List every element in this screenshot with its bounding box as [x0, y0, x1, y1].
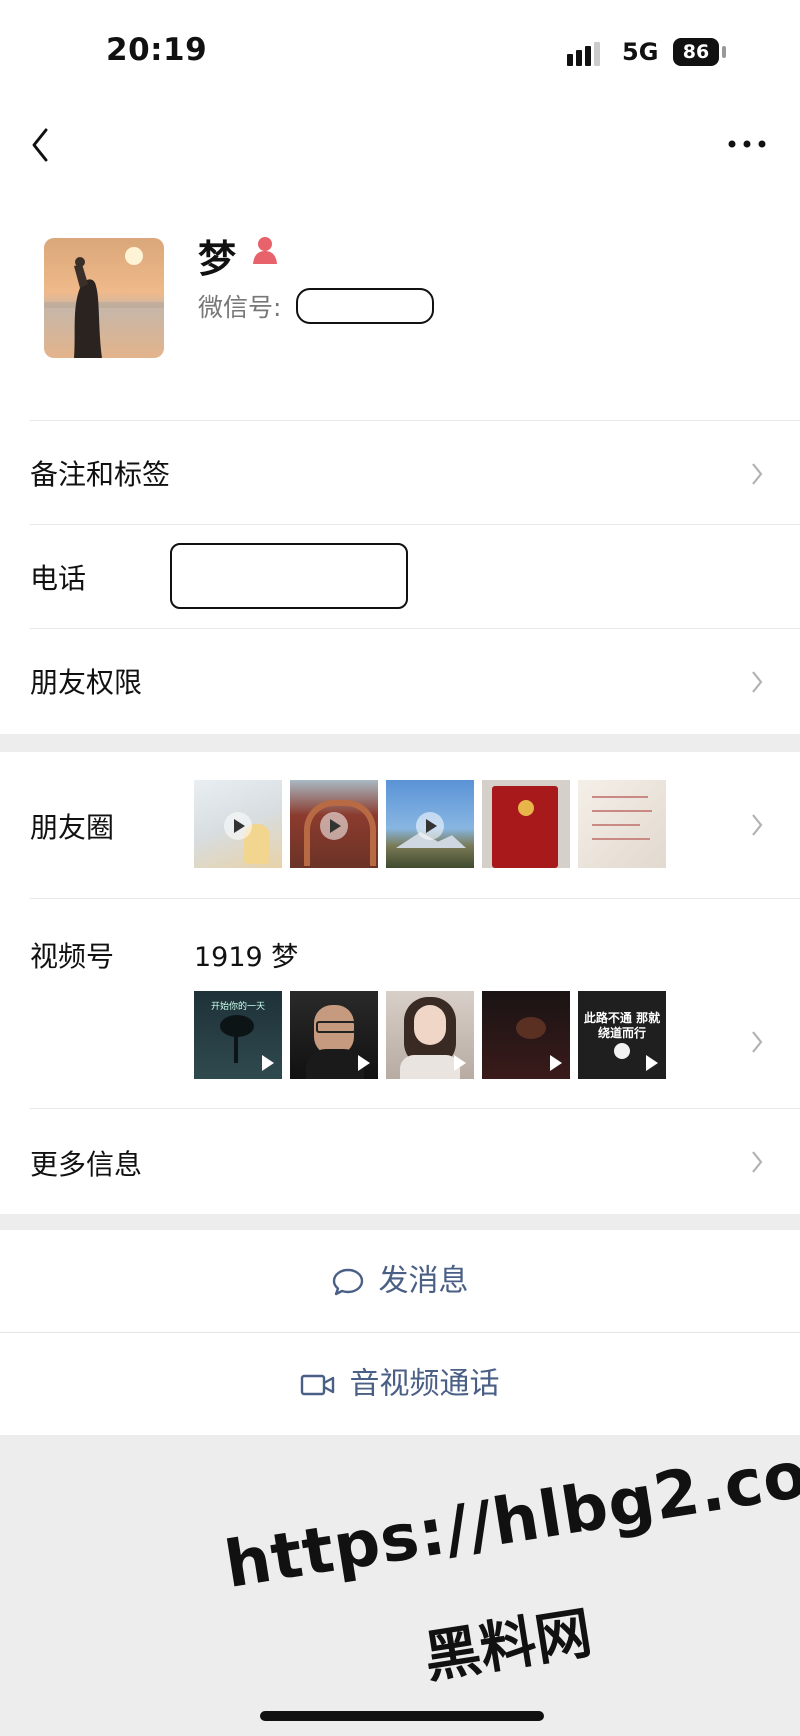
- moments-label: 朋友圈: [30, 811, 115, 844]
- female-icon: [253, 237, 277, 264]
- video-thumb: [290, 991, 378, 1079]
- social-section: 朋友圈 视频号 1919 梦 开始你的一天 此路不通 那就绕道而行 更多信息: [0, 752, 800, 1214]
- phone-row[interactable]: 电话: [30, 524, 800, 629]
- video-thumb: 此路不通 那就绕道而行: [578, 991, 666, 1079]
- contact-profile-screen: 20:19 5G 86 梦 微信号: 备注和标签 电话 朋友权限 朋友圈 视频号…: [0, 0, 800, 1736]
- remarks-label: 备注和标签: [30, 458, 171, 491]
- chevron-right-icon: [752, 463, 763, 485]
- video-thumb: [482, 991, 570, 1079]
- watermark-site: 黑料网: [420, 1600, 597, 1692]
- moments-thumbnails: [194, 780, 666, 868]
- chevron-right-icon: [752, 1151, 763, 1173]
- channels-row[interactable]: 视频号 1919 梦 开始你的一天 此路不通 那就绕道而行: [30, 898, 800, 1109]
- ellipsis-icon[interactable]: [724, 130, 770, 158]
- av-call-label: 音视频通话: [349, 1366, 500, 1402]
- contact-name: 梦: [198, 237, 237, 281]
- battery-tip: [722, 46, 726, 58]
- phone-redacted: [170, 543, 408, 609]
- wechat-id-redacted: [296, 288, 434, 324]
- av-call-button[interactable]: 音视频通话: [0, 1333, 800, 1435]
- signal-icon: [567, 40, 609, 66]
- video-camera-icon: [301, 1374, 335, 1395]
- send-message-label: 发消息: [378, 1263, 469, 1299]
- moments-thumb: [482, 780, 570, 868]
- moments-thumb: [386, 780, 474, 868]
- channels-name: 1919 梦: [194, 942, 299, 973]
- chat-bubble-icon: [333, 1268, 364, 1295]
- send-message-button[interactable]: 发消息: [0, 1230, 800, 1332]
- chevron-right-icon: [752, 671, 763, 693]
- home-indicator[interactable]: [260, 1711, 544, 1721]
- channels-label: 视频号: [30, 940, 115, 973]
- moments-thumb: [578, 780, 666, 868]
- channels-thumbnails: 开始你的一天 此路不通 那就绕道而行: [194, 991, 666, 1079]
- video-thumb: [386, 991, 474, 1079]
- video-thumb: 开始你的一天: [194, 991, 282, 1079]
- network-type: 5G: [622, 38, 659, 66]
- status-bar: 20:19 5G 86: [0, 0, 800, 100]
- moments-row[interactable]: 朋友圈: [30, 752, 800, 898]
- section-gap: [0, 1214, 800, 1230]
- nav-bar: [0, 100, 800, 190]
- chevron-left-icon[interactable]: [26, 122, 56, 168]
- battery-icon: 86: [673, 38, 719, 66]
- phone-label: 电话: [30, 562, 87, 595]
- chevron-right-icon: [752, 814, 763, 836]
- moments-thumb: [290, 780, 378, 868]
- moments-thumb: [194, 780, 282, 868]
- watermark-url: https://hlbg2.com: [220, 1427, 800, 1604]
- section-gap: [0, 734, 800, 752]
- info-section: 备注和标签 电话 朋友权限: [0, 420, 800, 734]
- more-info-label: 更多信息: [30, 1148, 143, 1181]
- permissions-row[interactable]: 朋友权限: [30, 628, 800, 733]
- avatar[interactable]: [44, 238, 164, 358]
- status-time: 20:19: [106, 32, 208, 68]
- more-info-row[interactable]: 更多信息: [30, 1108, 800, 1215]
- chevron-right-icon: [752, 1031, 763, 1053]
- remarks-row[interactable]: 备注和标签: [30, 420, 800, 525]
- permissions-label: 朋友权限: [30, 666, 143, 699]
- profile-header: 梦 微信号:: [0, 190, 800, 420]
- wechat-id-label: 微信号:: [198, 293, 282, 322]
